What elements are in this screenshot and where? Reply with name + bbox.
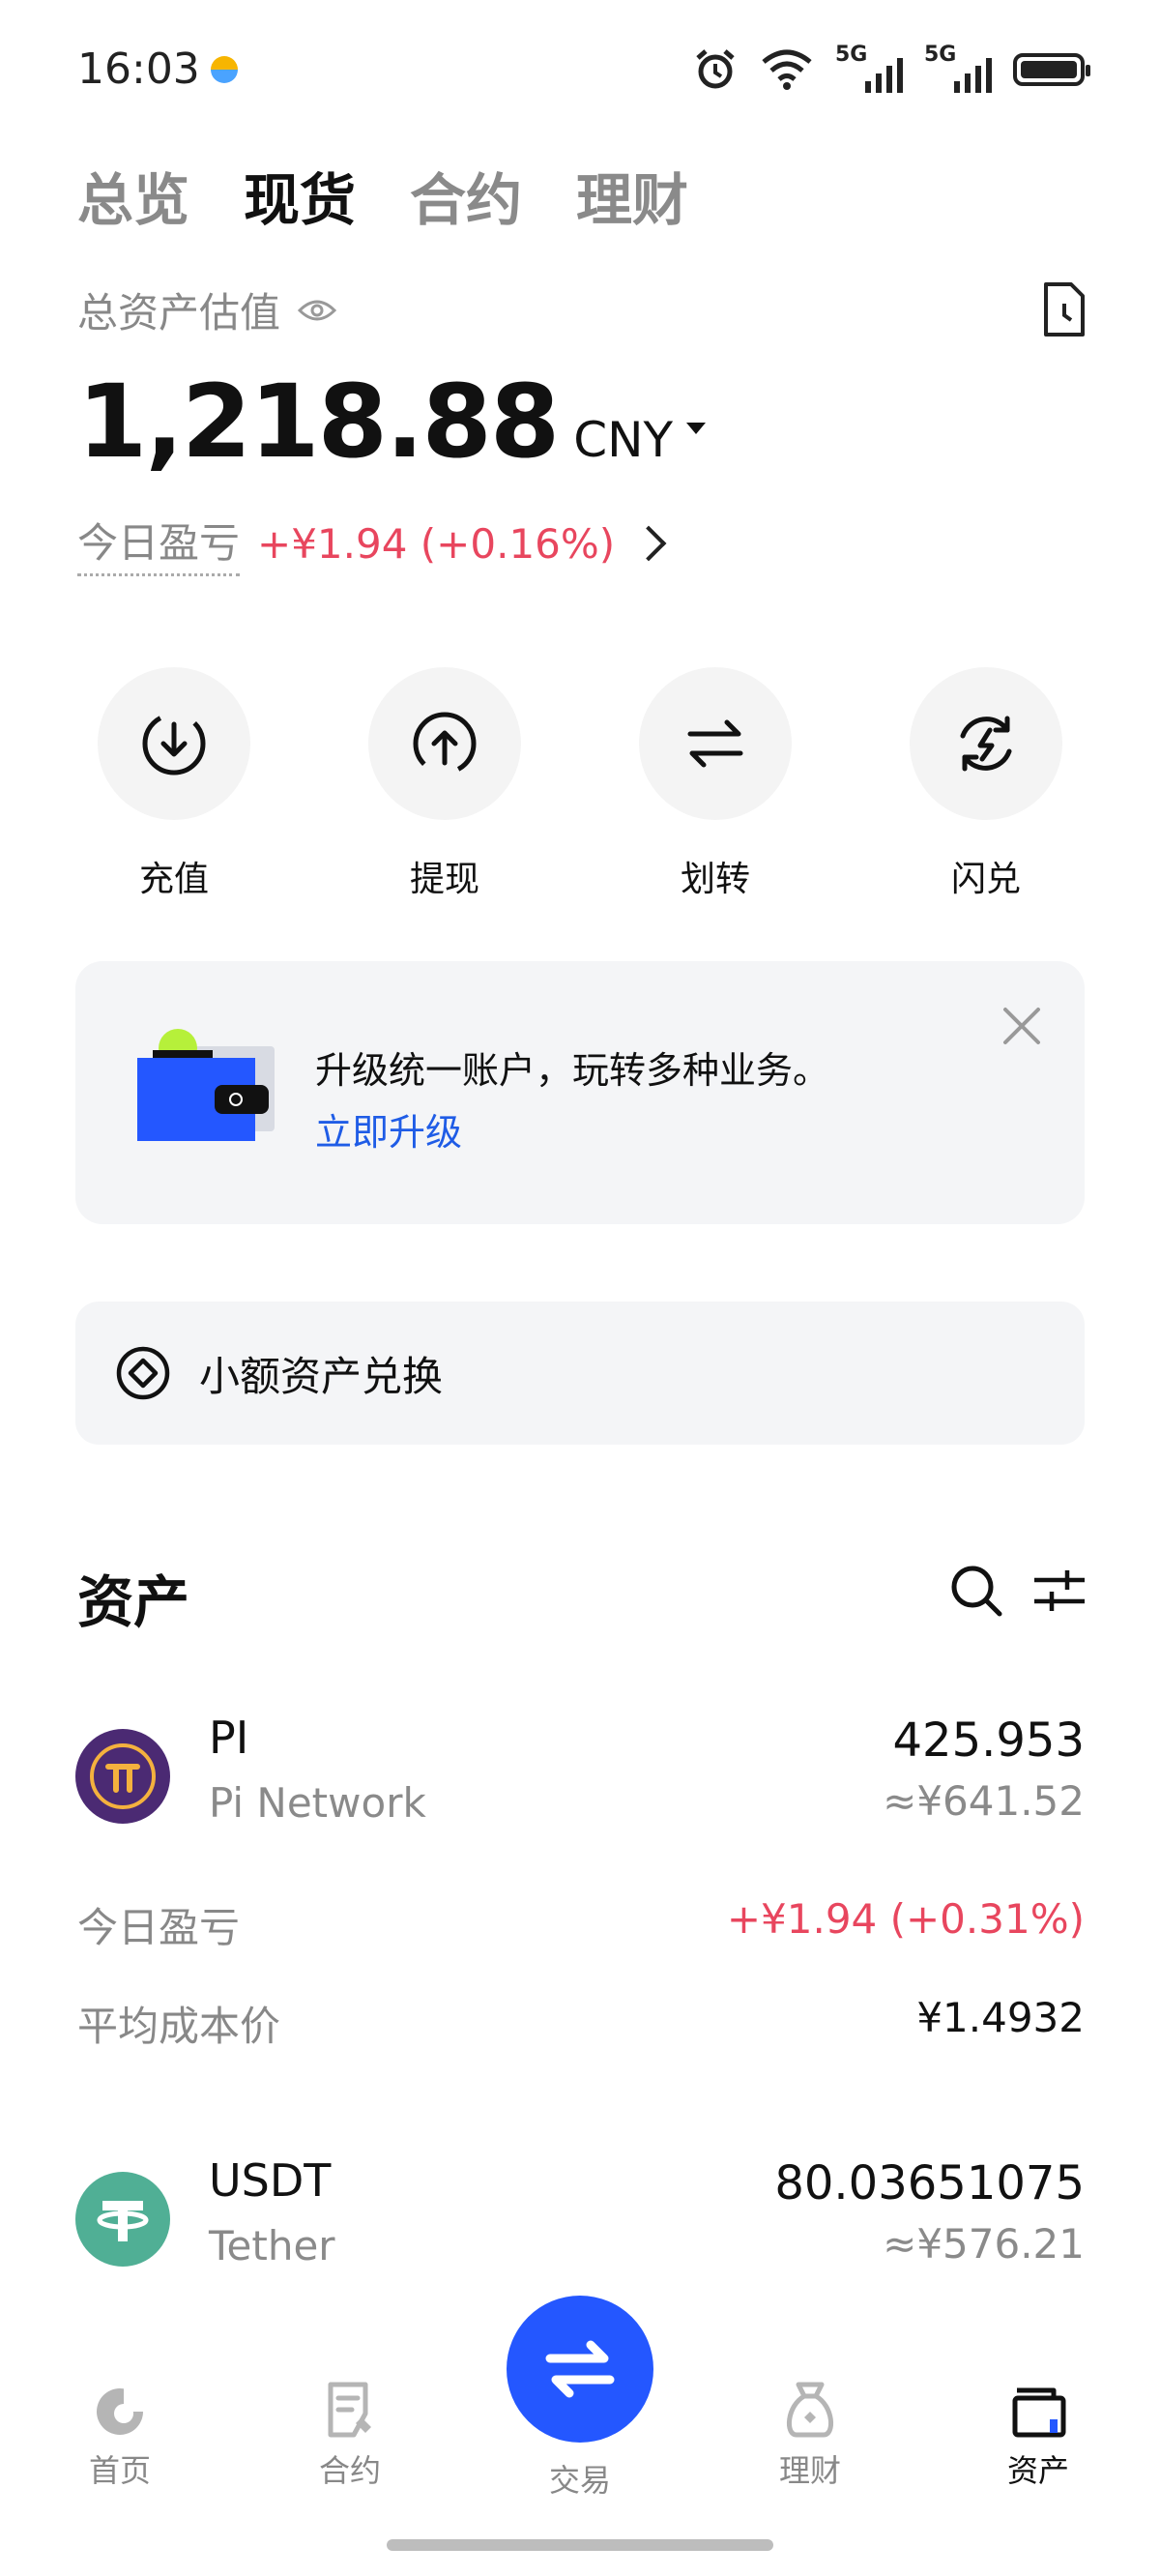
small-asset-convert-button[interactable]: 小额资产兑换	[75, 1302, 1085, 1445]
coin-name: Tether	[209, 2222, 335, 2269]
withdraw-button[interactable]: 提现	[348, 667, 541, 901]
nav-contract-label: 合约	[318, 2452, 381, 2489]
usdt-logo-icon	[75, 2172, 170, 2267]
trade-button[interactable]	[507, 2296, 653, 2443]
transfer-button[interactable]: 划转	[619, 667, 812, 901]
home-icon	[97, 2386, 149, 2435]
upgrade-banner[interactable]: 升级统一账户，玩转多种业务。 立即升级	[75, 961, 1085, 1224]
home-indicator[interactable]	[387, 2539, 773, 2551]
alarm-icon	[696, 49, 735, 89]
upgrade-now-link[interactable]: 立即升级	[315, 1102, 462, 1156]
pi-symbol-icon	[90, 1743, 156, 1809]
network-type: 5G	[924, 43, 957, 67]
total-assets-value: 1,218.88	[77, 363, 560, 481]
tether-symbol-icon	[97, 2201, 149, 2241]
today-pnl-label: 今日盈亏	[77, 511, 241, 576]
network-type: 5G	[835, 43, 868, 67]
deposit-icon	[142, 712, 206, 776]
coin-symbol: USDT	[209, 2154, 332, 2207]
asset-row-pi[interactable]: PI Pi Network 425.953 ≈¥641.52	[75, 1702, 1085, 1857]
withdraw-icon	[413, 712, 477, 776]
trade-icon	[545, 2340, 615, 2398]
coin-quantity: 425.953	[892, 1713, 1086, 1768]
nav-home[interactable]: 首页	[52, 2379, 188, 2491]
today-pnl-row[interactable]: 今日盈亏 +¥1.94 (+0.16%)	[77, 511, 667, 576]
history-icon[interactable]	[1038, 280, 1088, 338]
total-assets-header: 总资产估值	[77, 280, 337, 339]
coin-quantity: 80.03651075	[774, 2156, 1085, 2210]
status-icons: 5G 5G	[692, 43, 1090, 93]
small-asset-convert-label: 小额资产兑换	[199, 1352, 444, 1400]
chevron-right-icon	[630, 525, 667, 562]
avg-cost-label: 平均成本价	[77, 2003, 281, 2050]
signal-icon: 5G	[835, 43, 903, 93]
today-pnl-value: +¥1.94 (+0.16%)	[257, 519, 616, 568]
wifi-icon	[762, 49, 812, 90]
flash-convert-button[interactable]: 闪兑	[889, 667, 1083, 901]
nav-assets-label: 资产	[1006, 2452, 1069, 2489]
transfer-label: 划转	[680, 860, 750, 899]
search-icon[interactable]	[947, 1562, 1005, 1620]
flash-convert-label: 闪兑	[950, 860, 1021, 899]
coin-pnl-value: +¥1.94 (+0.31%)	[726, 1895, 1085, 1943]
coin-name: Pi Network	[209, 1779, 426, 1827]
earn-icon	[787, 2382, 833, 2438]
tab-earn[interactable]: 理财	[576, 155, 688, 236]
nav-earn[interactable]: 理财	[742, 2379, 878, 2491]
asset-row-usdt[interactable]: USDT Tether 80.03651075 ≈¥576.21	[75, 2143, 1085, 2298]
total-assets-value-row: 1,218.88 CNY	[77, 363, 707, 481]
close-icon[interactable]	[1001, 1006, 1042, 1046]
deposit-button[interactable]: 充值	[77, 667, 271, 901]
filter-icon[interactable]	[1032, 1566, 1087, 1615]
signal-icon: 5G	[924, 43, 992, 93]
coin-fiat-value: ≈¥641.52	[883, 1777, 1085, 1825]
top-tabs: 总览 现货 合约 理财	[77, 155, 688, 236]
bottom-nav: 首页 合约 交易 理财 资产	[0, 2296, 1160, 2514]
battery-icon	[1013, 53, 1090, 86]
wallet-icon	[1012, 2387, 1066, 2438]
app-notification-icon	[211, 56, 238, 83]
tab-overview[interactable]: 总览	[77, 155, 189, 236]
total-assets-label: 总资产估值	[77, 289, 281, 337]
coin-symbol: PI	[209, 1712, 249, 1764]
nav-trade-label: 交易	[548, 2462, 611, 2499]
tab-contract[interactable]: 合约	[410, 155, 522, 236]
nav-contract[interactable]: 合约	[282, 2379, 418, 2491]
contract-icon	[328, 2382, 371, 2438]
nav-assets[interactable]: 资产	[971, 2379, 1106, 2491]
flash-convert-icon	[960, 716, 1012, 772]
tab-spot[interactable]: 现货	[244, 155, 356, 236]
quick-actions: 充值 提现 划转 闪兑	[77, 667, 1083, 901]
withdraw-label: 提现	[409, 860, 479, 899]
convert-coin-icon	[116, 1346, 170, 1400]
coin-fiat-value: ≈¥576.21	[883, 2220, 1085, 2268]
eye-icon[interactable]	[298, 297, 337, 324]
status-time: 16:03	[77, 44, 200, 94]
wallet-illustration-icon	[137, 1029, 275, 1141]
coin-pnl-label: 今日盈亏	[77, 1904, 241, 1951]
nav-earn-label: 理财	[778, 2452, 841, 2489]
assets-section-title: 资产	[77, 1569, 190, 1635]
avg-cost-value: ¥1.4932	[916, 1994, 1085, 2041]
caret-down-icon[interactable]	[686, 423, 707, 434]
deposit-label: 充值	[138, 860, 209, 899]
pi-logo-icon	[75, 1729, 170, 1824]
banner-text: 升级统一账户，玩转多种业务。	[315, 1049, 830, 1092]
transfer-icon	[687, 719, 743, 768]
nav-home-label: 首页	[88, 2452, 151, 2489]
currency-selector[interactable]: CNY	[573, 412, 673, 468]
